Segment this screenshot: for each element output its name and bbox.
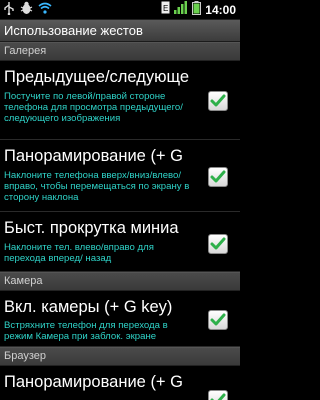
item-title: Вкл. камеры (+ G key): [4, 298, 173, 316]
list-item[interactable]: Вкл. камеры (+ G key) Встряхните телефон…: [0, 291, 240, 347]
section-header-label: Галерея: [4, 45, 47, 57]
preferences-list[interactable]: Галерея Предыдущее/следующе Постучите по…: [0, 42, 240, 400]
checkbox[interactable]: [208, 91, 228, 111]
check-icon: [210, 313, 226, 326]
list-item[interactable]: Панорамирование (+ G Наклоните телефона …: [0, 140, 240, 212]
page-title: Использование жестов: [4, 23, 143, 38]
section-header-camera: Камера: [0, 272, 240, 291]
checkbox[interactable]: [208, 390, 228, 400]
item-title: Панорамирование (+ G: [4, 373, 183, 391]
status-bar: E 14:00: [0, 0, 240, 20]
item-title: Быст. прокрутка миниа: [4, 219, 179, 237]
check-icon: [210, 170, 226, 183]
usb-icon: [3, 1, 15, 20]
list-item[interactable]: Панорамирование (+ G: [0, 366, 240, 400]
section-header-label: Браузер: [4, 350, 46, 362]
item-summary: Встряхните телефон для перехода в режим …: [4, 320, 168, 343]
checkbox[interactable]: [208, 234, 228, 254]
svg-text:E: E: [163, 4, 168, 13]
checkbox[interactable]: [208, 167, 228, 187]
section-header-gallery: Галерея: [0, 42, 240, 61]
title-bar: Использование жестов: [0, 20, 240, 42]
list-item[interactable]: Предыдущее/следующе Постучите по левой/п…: [0, 61, 240, 140]
bug-icon: [20, 1, 33, 20]
checkbox[interactable]: [208, 310, 228, 330]
item-summary: Наклоните тел. влево/вправо для перехода…: [4, 242, 154, 265]
signal-icon: [174, 1, 188, 19]
sim-icon: E: [161, 1, 170, 19]
clock: 14:00: [205, 3, 236, 17]
battery-icon: [192, 0, 202, 20]
item-title: Панорамирование (+ G: [4, 147, 183, 165]
item-summary: Постучите по левой/правой стороне телефо…: [4, 91, 183, 125]
list-item[interactable]: Быст. прокрутка миниа Наклоните тел. вле…: [0, 212, 240, 272]
wifi-icon: [38, 1, 52, 19]
item-title: Предыдущее/следующе: [4, 68, 190, 86]
section-header-browser: Браузер: [0, 347, 240, 366]
check-icon: [210, 393, 226, 400]
check-icon: [210, 237, 226, 250]
check-icon: [210, 94, 226, 107]
item-summary: Наклоните телефона вверх/вниз/влево/впра…: [4, 170, 190, 204]
section-header-label: Камера: [4, 275, 43, 287]
